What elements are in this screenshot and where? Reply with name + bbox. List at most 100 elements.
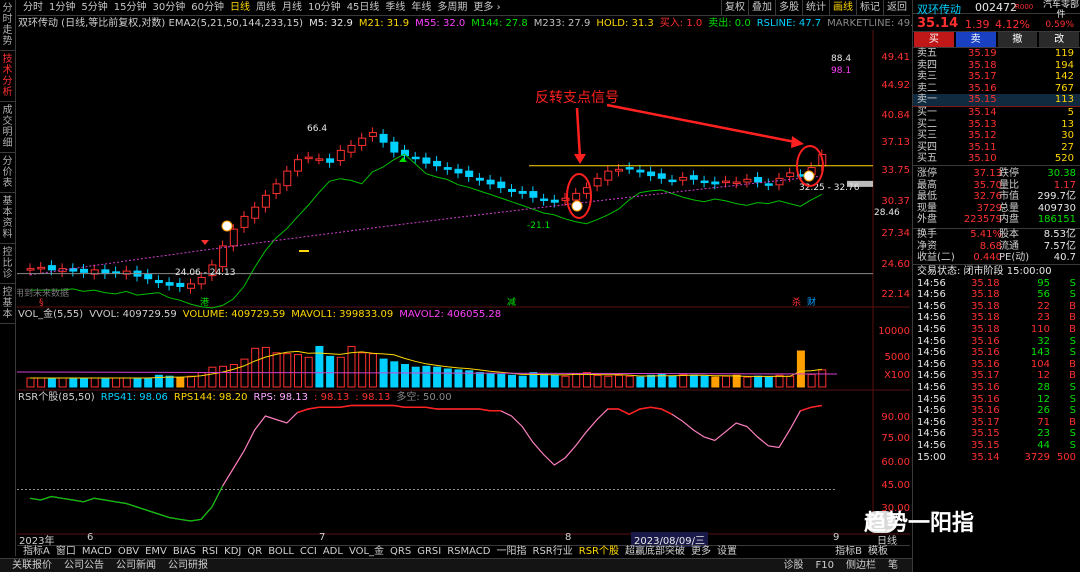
toolbar-action[interactable]: 标记 [856, 0, 883, 15]
status-link[interactable]: 公司公告 [58, 559, 110, 572]
candle-body [529, 191, 538, 198]
indicator-tab[interactable]: MACD [79, 546, 115, 558]
book-row[interactable]: 卖四 35.18 194 [913, 60, 1080, 72]
stat-k1: 最低 [917, 191, 937, 203]
indicator-tab[interactable]: ADL [320, 546, 346, 558]
toolbar-action[interactable]: 画线 [829, 0, 856, 15]
book-row[interactable]: 买一 35.14 5 [913, 107, 1080, 119]
volume-bar [401, 364, 409, 388]
book-row[interactable]: 卖五 35.19 119 [913, 48, 1080, 60]
legend-item: VVOL: 409729.59 [89, 309, 177, 320]
indicator-tab-right[interactable]: 指标B [832, 546, 865, 558]
candle-body [508, 188, 516, 192]
annotation-arrow [606, 103, 796, 144]
legend-item: MAVOL2: 406055.28 [399, 309, 502, 320]
toolbar-action[interactable]: 返回 [883, 0, 910, 15]
left-tab[interactable]: 成交明细 [0, 102, 15, 153]
tick-d: S [1069, 277, 1076, 289]
chart-canvas[interactable]: 66.488.498.128.46-21.124.06 - 24.1332.25… [17, 30, 910, 545]
indicator-tab[interactable]: KDJ [221, 546, 244, 558]
book-row[interactable]: 买四 35.11 27 [913, 142, 1080, 154]
event-marker: § [39, 298, 44, 308]
indicator-tab[interactable]: BIAS [170, 546, 199, 558]
status-action[interactable]: F10 [810, 559, 840, 572]
period-tab[interactable]: 10分钟 [305, 0, 344, 15]
indicator-tab[interactable]: 窗口 [53, 546, 79, 558]
left-tab[interactable]: 控基本 [0, 284, 15, 324]
candle-body [187, 283, 195, 289]
volume-bar [80, 377, 88, 388]
indicator-tab[interactable]: QR [244, 546, 265, 558]
book-row[interactable]: 买三 35.12 30 [913, 130, 1080, 142]
period-tab[interactable]: 月线 [279, 0, 305, 15]
period-tab[interactable]: 日线 [227, 0, 253, 15]
tick-v: 56 [1037, 289, 1050, 301]
candle-body [272, 183, 281, 195]
book-row[interactable]: 卖二 35.16 767 [913, 83, 1080, 95]
volume-bar [390, 361, 399, 388]
buy-signal-icon [221, 220, 233, 232]
period-tab[interactable]: 更多 › [470, 0, 503, 15]
period-tab[interactable]: 5分钟 [78, 0, 110, 15]
period-tab[interactable]: 60分钟 [188, 0, 227, 15]
book-row[interactable]: 买二 35.13 13 [913, 119, 1080, 131]
left-tab[interactable]: 控比诊 [0, 244, 15, 284]
indicator-tab[interactable]: RSMACD [444, 546, 493, 558]
indicator-tab[interactable]: EMV [142, 546, 170, 558]
indicator-tab[interactable]: GRSI [414, 546, 444, 558]
indicator-tab[interactable]: RSI [199, 546, 221, 558]
price-tick: 22.14 [881, 289, 910, 300]
indicator-tab[interactable]: QRS [387, 546, 414, 558]
indicator-tab[interactable]: RSR个股 [576, 546, 622, 558]
period-tab[interactable]: 年线 [408, 0, 434, 15]
status-action[interactable]: 笔 [882, 559, 904, 572]
left-tab[interactable]: 基本资料 [0, 193, 15, 244]
trade-button[interactable]: 撤 [997, 32, 1038, 47]
candle-body [347, 144, 356, 153]
period-tab[interactable]: 分时 [20, 0, 46, 15]
period-tab[interactable]: 45日线 [344, 0, 383, 15]
status-link[interactable]: 关联报价 [6, 559, 58, 572]
toolbar-action[interactable]: 复权 [721, 0, 748, 15]
stat-v2: 299.7亿 [1037, 191, 1076, 203]
volume-bar [593, 374, 602, 388]
book-row[interactable]: 卖三 35.17 142 [913, 71, 1080, 83]
period-tab[interactable]: 多周期 [434, 0, 470, 15]
left-tab[interactable]: 技术分析 [0, 51, 15, 102]
indicator-tab[interactable]: VOL_金 [346, 546, 387, 558]
period-tab[interactable]: 15分钟 [111, 0, 150, 15]
toolbar-action[interactable]: 叠加 [748, 0, 775, 15]
period-tab[interactable]: 季线 [382, 0, 408, 15]
toolbar-action[interactable]: 统计 [802, 0, 829, 15]
period-tab[interactable]: 1分钟 [46, 0, 78, 15]
date-tick: 8 [565, 532, 572, 543]
tick-t: 14:56 [917, 289, 946, 301]
book-row[interactable]: 卖一 35.15 113 [913, 94, 1080, 106]
indicator-tab[interactable]: 更多 [688, 546, 714, 558]
indicator-tab[interactable]: 一阳指 [494, 546, 530, 558]
indicator-tab[interactable]: 设置 [714, 546, 740, 558]
trade-button[interactable]: 改 [1039, 32, 1079, 47]
indicator-tab[interactable]: 指标A [20, 546, 53, 558]
status-action[interactable]: 诊股 [778, 559, 810, 572]
status-link[interactable]: 公司新闻 [110, 559, 162, 572]
indicator-tab-right[interactable]: 模板 [865, 546, 891, 558]
indicator-tab[interactable]: BOLL [265, 546, 297, 558]
indicator-tab[interactable]: RSR行业 [530, 546, 576, 558]
period-tab[interactable]: 周线 [253, 0, 279, 15]
indicator-tab[interactable]: CCI [297, 546, 320, 558]
candle-body [37, 266, 46, 270]
left-tab[interactable]: 分价表 [0, 153, 15, 193]
status-link[interactable]: 公司研报 [162, 559, 214, 572]
toolbar-action[interactable]: 多股 [775, 0, 802, 15]
left-tab[interactable]: 分时走势 [0, 0, 15, 51]
status-action[interactable]: 侧边栏 [840, 559, 882, 572]
stat-row: 净资 8.68 流通 7.57亿 [913, 241, 1080, 253]
indicator-tab[interactable]: 超赢底部突破 [622, 546, 688, 558]
indicator-tab[interactable]: OBV [115, 546, 142, 558]
trade-button[interactable]: 卖 [955, 32, 996, 47]
trade-button[interactable]: 买 [914, 32, 954, 47]
period-tab[interactable]: 30分钟 [149, 0, 188, 15]
book-row[interactable]: 买五 35.10 520 [913, 153, 1080, 165]
volume-bar [679, 373, 688, 388]
